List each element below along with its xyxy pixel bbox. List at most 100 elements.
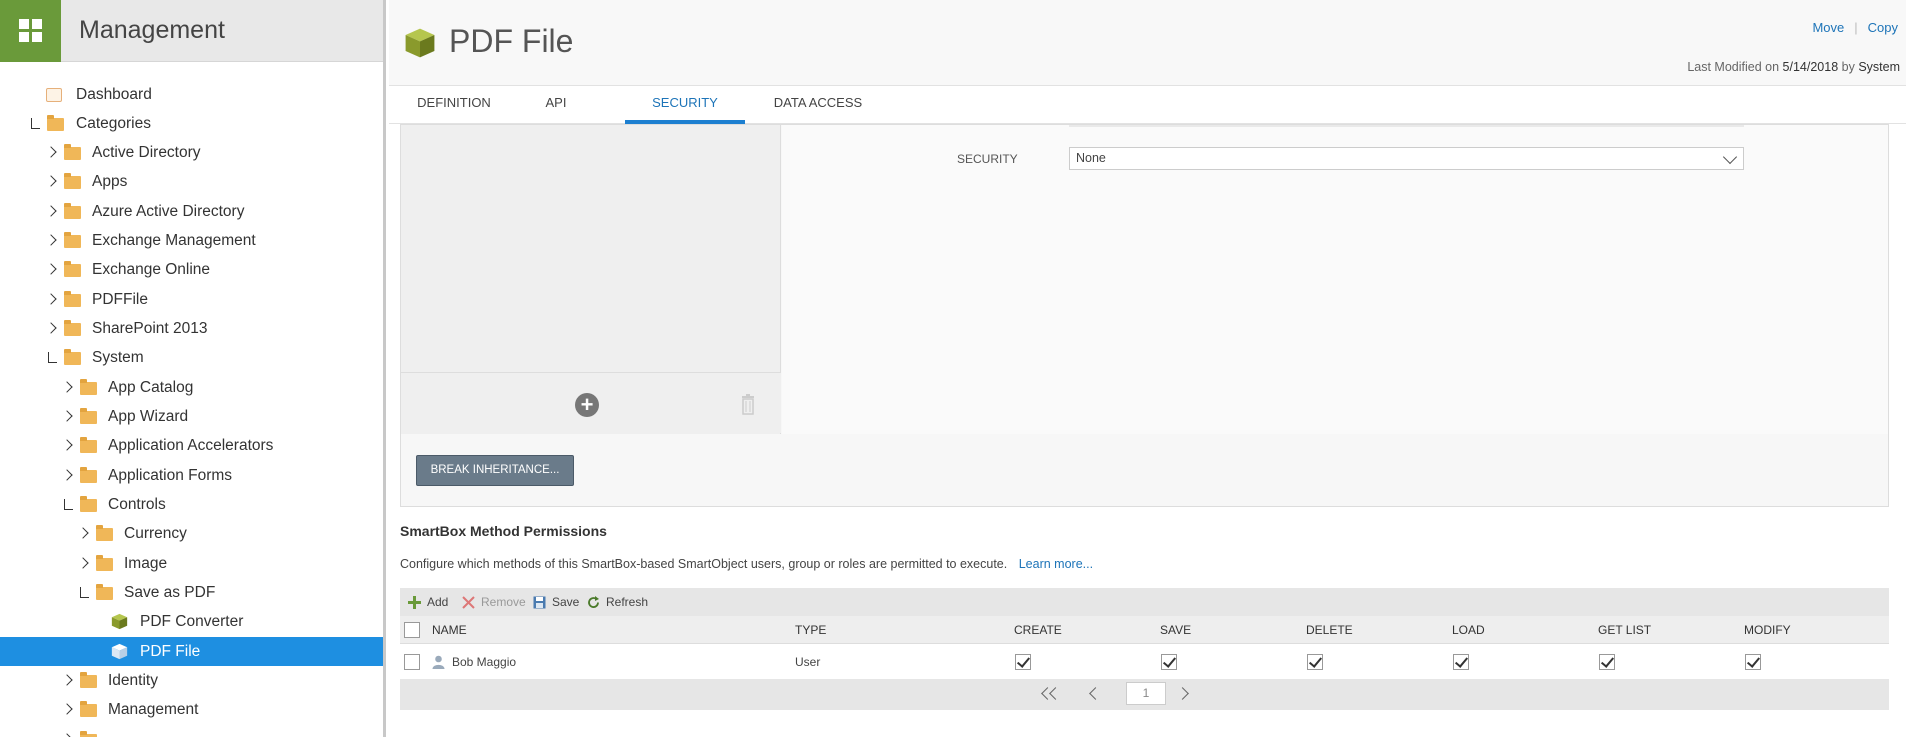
expand-toggle-icon[interactable] bbox=[78, 558, 90, 570]
save-checkbox[interactable] bbox=[1161, 654, 1177, 670]
create-checkbox[interactable] bbox=[1015, 654, 1031, 670]
column-header-get-list[interactable]: GET LIST bbox=[1598, 616, 1651, 644]
column-header-name[interactable]: NAME bbox=[432, 616, 467, 644]
folder-icon bbox=[80, 437, 97, 453]
app-launcher-icon[interactable] bbox=[0, 0, 61, 62]
remove-button[interactable]: Remove bbox=[462, 588, 526, 616]
get-list-checkbox[interactable] bbox=[1599, 654, 1615, 670]
folder-icon bbox=[80, 379, 97, 395]
tree-item-pdf-converter[interactable]: PDF Converter bbox=[0, 607, 383, 636]
table-row[interactable]: Bob Maggio User bbox=[400, 648, 1889, 676]
expand-toggle-icon[interactable] bbox=[62, 675, 74, 687]
smartobject-cube-icon bbox=[111, 643, 128, 660]
column-header-modify[interactable]: MODIFY bbox=[1744, 616, 1791, 644]
tree-item-identity[interactable]: Identity bbox=[0, 666, 383, 695]
tree-item-save-as-pdf[interactable]: Save as PDF bbox=[0, 578, 383, 607]
last-modified-info: Last Modified on 5/14/2018 by System bbox=[1687, 60, 1900, 74]
refresh-icon bbox=[588, 596, 599, 609]
tree-item-dashboard[interactable]: Dashboard bbox=[0, 80, 383, 109]
expand-toggle-icon[interactable] bbox=[62, 411, 74, 423]
expand-toggle-icon[interactable] bbox=[46, 147, 58, 159]
last-modified-date: 5/14/2018 bbox=[1782, 60, 1839, 74]
delete-checkbox[interactable] bbox=[1307, 654, 1323, 670]
expand-toggle-icon[interactable] bbox=[46, 235, 58, 247]
column-header-create[interactable]: CREATE bbox=[1014, 616, 1062, 644]
smartobject-cube-icon bbox=[405, 28, 435, 58]
break-inheritance-button[interactable]: BREAK INHERITANCE... bbox=[416, 455, 574, 486]
tree-item-management[interactable]: Management bbox=[0, 695, 383, 724]
move-link[interactable]: Move bbox=[1812, 20, 1844, 35]
folder-icon bbox=[96, 584, 113, 600]
next-page-icon[interactable] bbox=[1176, 687, 1189, 700]
expand-toggle-icon[interactable] bbox=[46, 323, 58, 335]
column-header-type[interactable]: TYPE bbox=[795, 616, 826, 644]
tree-item-pdf-file[interactable]: PDF File bbox=[0, 637, 383, 666]
pager: 1 bbox=[400, 679, 1889, 710]
column-header-delete[interactable]: DELETE bbox=[1306, 616, 1353, 644]
tree-item-label: PDF File bbox=[140, 642, 201, 660]
copy-link[interactable]: Copy bbox=[1868, 20, 1898, 35]
folder-icon bbox=[64, 349, 81, 365]
column-header-save[interactable]: SAVE bbox=[1160, 616, 1191, 644]
smartbox-description-text: Configure which methods of this SmartBox… bbox=[400, 557, 1008, 571]
link-separator: | bbox=[1854, 20, 1858, 35]
load-checkbox[interactable] bbox=[1453, 654, 1469, 670]
tree-item-label: Exchange Management bbox=[92, 231, 256, 249]
add-icon[interactable]: + bbox=[575, 393, 599, 417]
trash-icon[interactable] bbox=[741, 393, 755, 415]
tree-item-azure-active-directory[interactable]: Azure Active Directory bbox=[0, 197, 383, 226]
row-select-checkbox[interactable] bbox=[404, 654, 420, 670]
expand-toggle-icon[interactable] bbox=[46, 294, 58, 306]
refresh-button[interactable]: Refresh bbox=[587, 588, 648, 616]
tree-item-exchange-online[interactable]: Exchange Online bbox=[0, 255, 383, 284]
tab-security[interactable]: SECURITY bbox=[625, 86, 745, 124]
smartbox-description: Configure which methods of this SmartBox… bbox=[400, 557, 1093, 571]
select-all-checkbox[interactable] bbox=[404, 622, 420, 638]
app-title: Management bbox=[79, 16, 225, 44]
tab-data-access[interactable]: DATA ACCESS bbox=[763, 86, 873, 124]
tree-item-currency[interactable]: Currency bbox=[0, 519, 383, 548]
tree-item-apps[interactable]: Apps bbox=[0, 167, 383, 196]
tree-item-application-forms[interactable]: Application Forms bbox=[0, 461, 383, 490]
modify-checkbox[interactable] bbox=[1745, 654, 1761, 670]
collapse-toggle-icon[interactable] bbox=[62, 499, 74, 511]
tab-api[interactable]: API bbox=[509, 86, 603, 124]
object-header: PDF File Move | Copy Last Modified on 5/… bbox=[389, 0, 1906, 86]
tree-item-application-accelerators[interactable]: Application Accelerators bbox=[0, 431, 383, 460]
save-label: Save bbox=[552, 595, 580, 609]
tree-item-image[interactable]: Image bbox=[0, 549, 383, 578]
column-header-load[interactable]: LOAD bbox=[1452, 616, 1485, 644]
tree-item-system[interactable]: System bbox=[0, 343, 383, 372]
cell-type: User bbox=[795, 655, 821, 669]
tree-item-partial[interactable] bbox=[0, 725, 383, 737]
expand-toggle-icon[interactable] bbox=[62, 440, 74, 452]
collapse-toggle-icon[interactable] bbox=[46, 352, 58, 364]
tree-item-categories[interactable]: Categories bbox=[0, 109, 383, 138]
tree-item-app-catalog[interactable]: App Catalog bbox=[0, 373, 383, 402]
tree-item-exchange-management[interactable]: Exchange Management bbox=[0, 226, 383, 255]
security-select[interactable]: None bbox=[1069, 147, 1744, 170]
tree-item-controls[interactable]: Controls bbox=[0, 490, 383, 519]
tree-item-pdffile[interactable]: PDFFile bbox=[0, 285, 383, 314]
expand-toggle-icon[interactable] bbox=[78, 528, 90, 540]
tree-item-active-directory[interactable]: Active Directory bbox=[0, 138, 383, 167]
save-button[interactable]: Save bbox=[533, 588, 579, 616]
expand-toggle-icon[interactable] bbox=[46, 264, 58, 276]
add-button[interactable]: Add bbox=[408, 588, 448, 616]
collapse-toggle-icon[interactable] bbox=[78, 587, 90, 599]
tab-definition[interactable]: DEFINITION bbox=[399, 86, 509, 124]
expand-toggle-icon[interactable] bbox=[62, 382, 74, 394]
tree-item-app-wizard[interactable]: App Wizard bbox=[0, 402, 383, 431]
expand-toggle-icon[interactable] bbox=[46, 206, 58, 218]
page-number-input[interactable]: 1 bbox=[1126, 682, 1166, 705]
first-page-icon-secondary[interactable] bbox=[1049, 687, 1062, 700]
expand-toggle-icon[interactable] bbox=[62, 704, 74, 716]
expand-toggle-icon[interactable] bbox=[46, 176, 58, 188]
tree-item-sharepoint-2013[interactable]: SharePoint 2013 bbox=[0, 314, 383, 343]
permission-list-footer: + bbox=[401, 372, 781, 433]
previous-page-icon[interactable] bbox=[1089, 687, 1102, 700]
learn-more-link[interactable]: Learn more... bbox=[1019, 557, 1093, 571]
expand-toggle-icon[interactable] bbox=[62, 470, 74, 482]
collapse-toggle-icon[interactable] bbox=[29, 118, 41, 130]
tree-item-label: Image bbox=[124, 554, 168, 572]
